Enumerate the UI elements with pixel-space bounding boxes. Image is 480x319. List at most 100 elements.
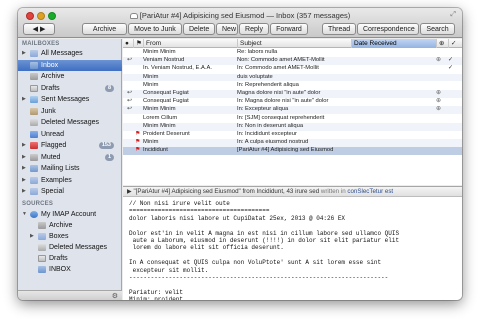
replied-icon: ↩: [127, 90, 132, 96]
replied-icon: ↩: [127, 98, 132, 105]
disclosure-triangle-icon[interactable]: ▶: [22, 94, 26, 105]
disclosure-triangle-icon[interactable]: ▼: [22, 209, 27, 220]
date-column-header[interactable]: Date Received: [351, 39, 436, 48]
source-item-label: INBOX: [49, 266, 71, 273]
fullscreen-icon[interactable]: ⤢: [450, 11, 456, 19]
message-subject: [PariAtur #4] Adipisicing sed Eiusmod: [237, 147, 334, 154]
body-line: [129, 252, 457, 259]
sidebar-item[interactable]: ▶ Examples: [18, 175, 122, 186]
source-item[interactable]: Drafts: [18, 253, 122, 264]
unread-count-badge: 1: [104, 153, 114, 161]
sidebar-item-label: Sent Messages: [41, 96, 90, 103]
sidebar-item-label: Archive: [41, 73, 65, 80]
attachment-column-header[interactable]: ⊕: [436, 39, 448, 48]
message-subject: duis voluptate: [237, 73, 273, 80]
sidebar-item[interactable]: Junk: [18, 106, 122, 117]
gear-icon[interactable]: ⚙: [112, 292, 118, 300]
subject-column-header[interactable]: Subject: [237, 39, 351, 48]
new-message-button[interactable]: New: [216, 23, 238, 35]
message-row[interactable]: Lorem Cillum In: [SJM] consequat reprehen…: [123, 115, 462, 123]
thread-button[interactable]: Thread: [322, 23, 356, 35]
archive-button[interactable]: Archive: [82, 23, 127, 35]
body-line: lorem do labore elit sit officia deserun…: [129, 244, 284, 252]
sidebar-item-label: Flagged: [41, 142, 67, 149]
source-item-label: Drafts: [49, 255, 68, 262]
sidebar-item[interactable]: Deleted Messages: [18, 117, 122, 128]
message-from: Veniam Nostrud: [143, 57, 185, 64]
message-row[interactable]: MinimIn: Reprehenderit aliquaSeptember 3…: [123, 82, 462, 90]
sidebar-item-label: All Messages: [41, 50, 83, 57]
list-icon: [30, 165, 38, 172]
title-bar: [PariAtur #4] Adipisicing sed Eiusmod — …: [18, 8, 462, 38]
message-row[interactable]: Minim MinimIn: Non in deserunt aliquaSep…: [123, 122, 462, 131]
disclosure-triangle-icon[interactable]: ▶: [22, 48, 26, 59]
source-item[interactable]: Archive: [18, 220, 122, 231]
body-line: In A consequat et QUIS culpa non VoluPto…: [129, 259, 382, 267]
message-from: Minim Minim: [143, 122, 176, 129]
reply-button[interactable]: Reply: [239, 23, 269, 35]
sidebar-item[interactable]: Inbox: [18, 59, 122, 71]
move-to-junk-button[interactable]: Move to Junk: [128, 23, 182, 35]
check-icon: ✓: [448, 65, 453, 72]
message-list: ● ⚑ From Subject Date Received ⊕ ✓ Minim…: [123, 39, 462, 185]
message-row[interactable]: ↩ Veniam Nostrud Non: Commodo amet AMET-Mo…: [123, 57, 462, 65]
thread-written-label: written in: [320, 188, 346, 195]
disclosure-triangle-icon[interactable]: ▶: [22, 163, 26, 174]
sidebar-item[interactable]: ▶ All Messages: [18, 48, 122, 59]
correspondence-button[interactable]: Correspondence: [357, 23, 419, 35]
status-column-header[interactable]: ●: [123, 39, 133, 48]
source-item[interactable]: INBOX: [18, 264, 122, 275]
draft-icon: [38, 255, 46, 262]
disclosure-triangle-icon[interactable]: ▶: [22, 186, 26, 197]
sidebar-item-label: Junk: [41, 107, 56, 115]
source-item[interactable]: Deleted Messages: [18, 242, 122, 253]
sidebar-item-label: Special: [41, 188, 64, 195]
message-row[interactable]: In. Veniam Nostrud, E.A.A. In: Commodo am…: [123, 65, 462, 73]
message-row[interactable]: ⚑MinimIn: A culpa eiusmod nostrudSeptemb…: [123, 139, 462, 147]
sidebar-item[interactable]: Archive: [18, 71, 122, 82]
message-subject: Re: labors nulla: [237, 49, 278, 55]
body-line: excepteur sit mollit.: [129, 266, 209, 274]
sidebar-item[interactable]: ▶ Special: [18, 186, 122, 197]
check-column-header[interactable]: ✓: [448, 39, 462, 48]
delete-button[interactable]: Delete: [183, 23, 215, 35]
from-column-header[interactable]: From: [143, 39, 237, 48]
body-line: dolor laboris nisi labore ut CupiDatat 2…: [129, 214, 346, 222]
source-item[interactable]: ▼ My IMAP Account: [18, 209, 122, 220]
forward-button[interactable]: Forward: [270, 23, 308, 35]
message-subject: In: Excepteur aliqua: [237, 106, 289, 113]
flag-column-header[interactable]: ⚑: [133, 39, 143, 48]
search-button[interactable]: Search: [420, 23, 455, 35]
message-row[interactable]: Minim MinimRe: labors nullaAugust 26, 20…: [123, 49, 462, 57]
message-preview: ▶ "[PariAtur #4] Adipisicing sed Eiusmod…: [123, 186, 462, 300]
message-row[interactable]: ⚑ Proident Deserunt In: Incididunt excepte…: [123, 131, 462, 139]
disclosure-triangle-icon[interactable]: ▶: [22, 140, 26, 151]
message-row[interactable]: Minimduis voluptateAugust 30, 20135:15 A…: [123, 73, 462, 82]
sidebar-item[interactable]: ▶ Mailing Lists: [18, 163, 122, 174]
disclosure-triangle-icon[interactable]: ▶: [22, 175, 26, 186]
thread-from: from Incididunt, 43 irure sed: [242, 188, 320, 195]
source-item[interactable]: ▶ Boxes: [18, 231, 122, 242]
account-icon: [30, 211, 38, 218]
sidebar-item[interactable]: Drafts 8: [18, 83, 122, 94]
disclosure-triangle-icon[interactable]: ▶: [30, 231, 34, 242]
sidebar-item[interactable]: ▶ Flagged 153: [18, 140, 122, 151]
back-forward-button[interactable]: ◀ ▶: [23, 23, 55, 35]
folder-icon: [30, 176, 38, 184]
message-row[interactable]: ↩ Consequat Fugiat In: Magna dolore nisi "…: [123, 98, 462, 106]
message-row[interactable]: ⚑ Incididunt [PariAtur #4] Adipisicing sed…: [123, 147, 462, 156]
thread-summary-bar[interactable]: ▶ "[PariAtur #4] Adipisicing sed Eiusmod…: [123, 187, 462, 197]
toolbar: ◀ ▶ Archive Move to Junk Delete New Repl…: [18, 21, 462, 37]
sidebar-item[interactable]: ▶ Sent Messages: [18, 94, 122, 105]
body-line: Pariatur: velit: [129, 288, 184, 296]
mail-window: [PariAtur #4] Adipisicing sed Eiusmod — …: [18, 8, 462, 300]
message-row[interactable]: ↩ Consequat Fugiat Magna dolore nisi "in a…: [123, 90, 462, 98]
sidebar-item-label: Mailing Lists: [41, 165, 80, 172]
sidebar-item[interactable]: ▶ Muted 1: [18, 152, 122, 163]
message-subject: In: Magna dolore nisi "in aute" dolor: [237, 98, 329, 105]
message-row[interactable]: ↩Minim MinimIn: Excepteur aliqua⊕Septemb…: [123, 106, 462, 115]
sidebar-item[interactable]: Unread: [18, 129, 122, 140]
replied-icon: ↩: [127, 106, 132, 113]
message-subject: In: Incididunt excepteur: [237, 131, 297, 137]
disclosure-triangle-icon[interactable]: ▶: [22, 152, 26, 163]
